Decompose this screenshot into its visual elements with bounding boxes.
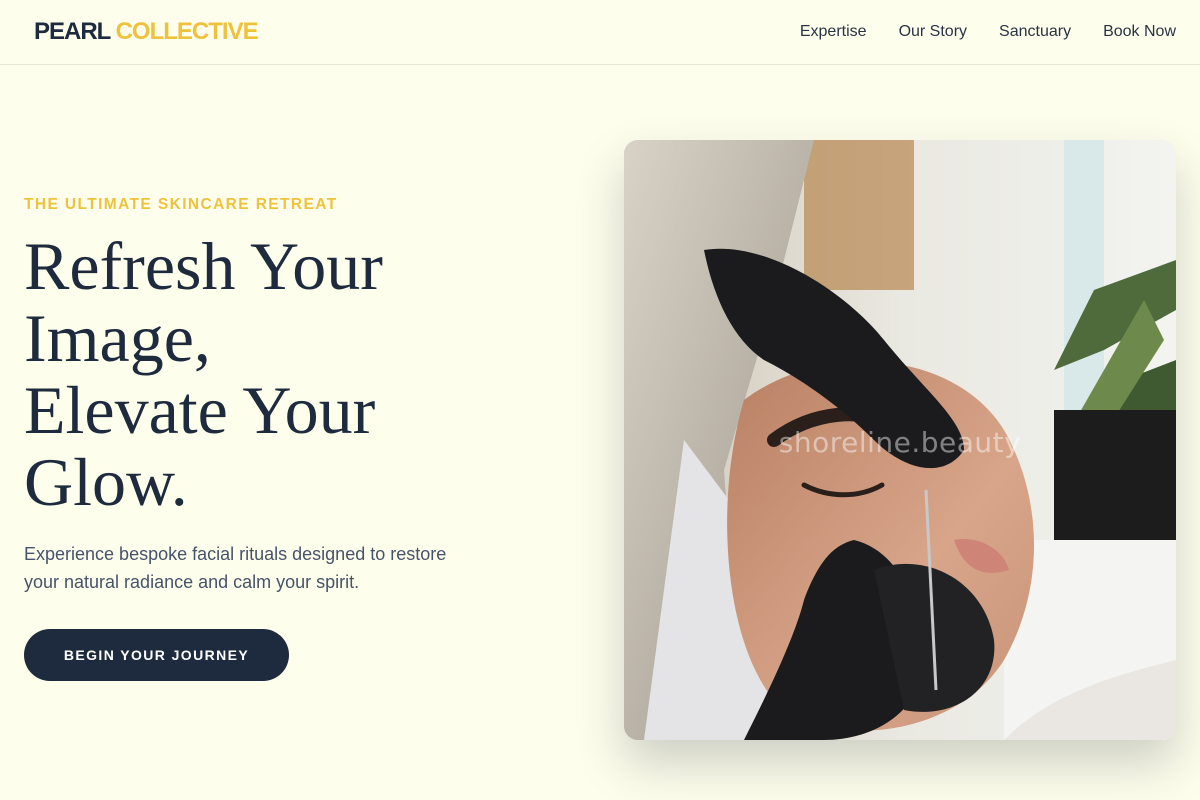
hero-image: shoreline.beauty xyxy=(624,140,1176,740)
hero-subtext: Experience bespoke facial rituals design… xyxy=(24,544,447,592)
headline-line-3: Elevate Your xyxy=(24,372,376,448)
logo-primary: PEARL xyxy=(34,18,111,45)
hero-eyebrow: THE ULTIMATE SKINCARE RETREAT xyxy=(24,196,338,213)
nav-link-expertise[interactable]: Expertise xyxy=(800,23,867,41)
begin-journey-button[interactable]: BEGIN YOUR JOURNEY xyxy=(24,629,289,681)
logo-accent: COLLECTIVE xyxy=(115,18,259,45)
nav-link-book-now[interactable]: Book Now xyxy=(1103,23,1176,41)
site-header: PEARL COLLECTIVE Expertise Our Story San… xyxy=(0,0,1200,65)
hero-content: THE ULTIMATE SKINCARE RETREAT Refresh Yo… xyxy=(24,196,504,681)
hero-headline: Refresh Your Image, Elevate Your Glow. xyxy=(24,230,504,518)
nav-link-our-story[interactable]: Our Story xyxy=(899,23,967,41)
main-nav: Expertise Our Story Sanctuary Book Now xyxy=(800,23,1176,41)
brand-logo[interactable]: PEARL COLLECTIVE xyxy=(34,18,259,46)
nav-link-sanctuary[interactable]: Sanctuary xyxy=(999,23,1071,41)
headline-line-2: Image, xyxy=(24,300,211,376)
headline-line-4: Glow. xyxy=(24,444,188,520)
image-watermark: shoreline.beauty xyxy=(778,426,1022,459)
headline-line-1: Refresh Your xyxy=(24,228,383,304)
